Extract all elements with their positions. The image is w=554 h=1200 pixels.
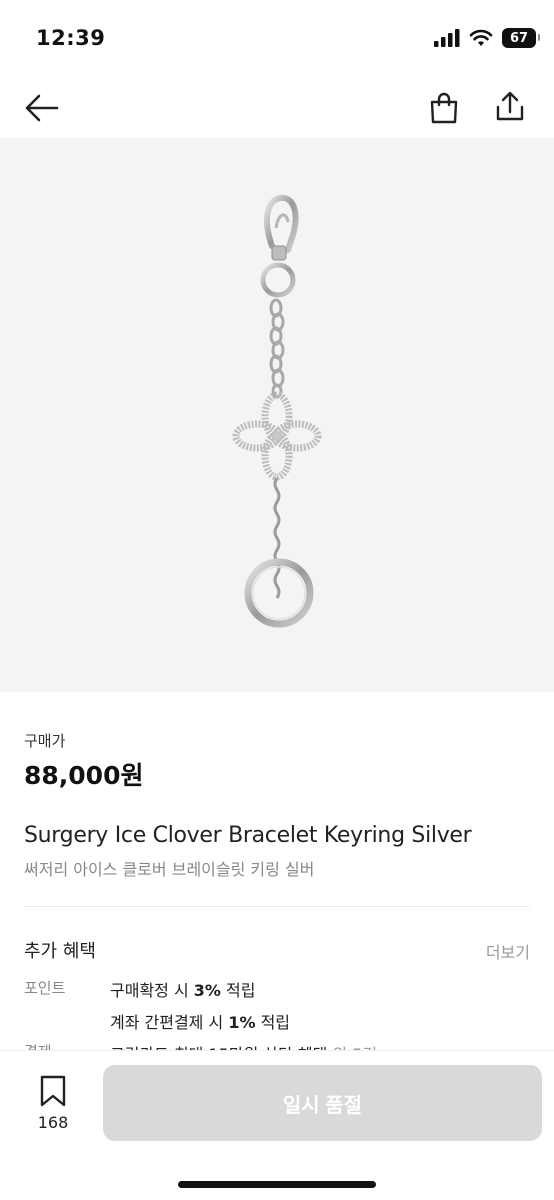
product-image[interactable] [0, 138, 554, 692]
product-title-en: Surgery Ice Clover Bracelet Keyring Silv… [24, 823, 472, 848]
battery-level: 67 [509, 30, 529, 46]
status-bar: 12:39 67 [0, 0, 554, 80]
benefit-text: 계좌 간편결제 시 1% 적립 [110, 1013, 291, 1032]
arrow-left-icon [25, 94, 59, 122]
top-nav [0, 80, 554, 138]
share-button[interactable] [490, 86, 530, 126]
keyring-image [232, 194, 322, 628]
product-title-ko: 써저리 아이스 클로버 브레이슬릿 키링 실버 [24, 860, 315, 879]
status-time: 12:39 [36, 26, 106, 50]
benefit-text: 구매확정 시 3% 적립 [110, 981, 256, 1000]
wifi-icon [469, 29, 493, 46]
benefits-title: 추가 혜택 [24, 941, 96, 962]
benefits-more-link[interactable]: 더보기 [486, 939, 530, 963]
bookmark-count: 168 [37, 1113, 69, 1132]
shopping-bag-icon [430, 92, 458, 124]
benefit-row: 포인트 구매확정 시 3% 적립 [24, 977, 255, 1001]
soldout-button[interactable]: 일시 품절 [103, 1065, 542, 1141]
bottom-action-bar: 168 일시 품절 [0, 1050, 554, 1200]
soldout-label: 일시 품절 [282, 1094, 363, 1117]
signal-icon [434, 29, 460, 47]
bookmark-icon [40, 1075, 66, 1107]
status-icons: 67 [434, 28, 540, 48]
benefit-key: 포인트 [24, 979, 66, 997]
battery-icon: 67 [502, 28, 540, 48]
price-value: 88,000원 [24, 761, 144, 790]
share-icon [496, 91, 524, 121]
home-indicator [178, 1181, 376, 1188]
divider [24, 906, 530, 907]
price-label: 구매가 [24, 732, 66, 750]
cart-button[interactable] [424, 88, 464, 128]
back-button[interactable] [22, 88, 62, 128]
benefit-key [24, 1009, 110, 1033]
benefit-row: 계좌 간편결제 시 1% 적립 [24, 1009, 290, 1033]
bookmark-button[interactable]: 168 [30, 1075, 76, 1132]
